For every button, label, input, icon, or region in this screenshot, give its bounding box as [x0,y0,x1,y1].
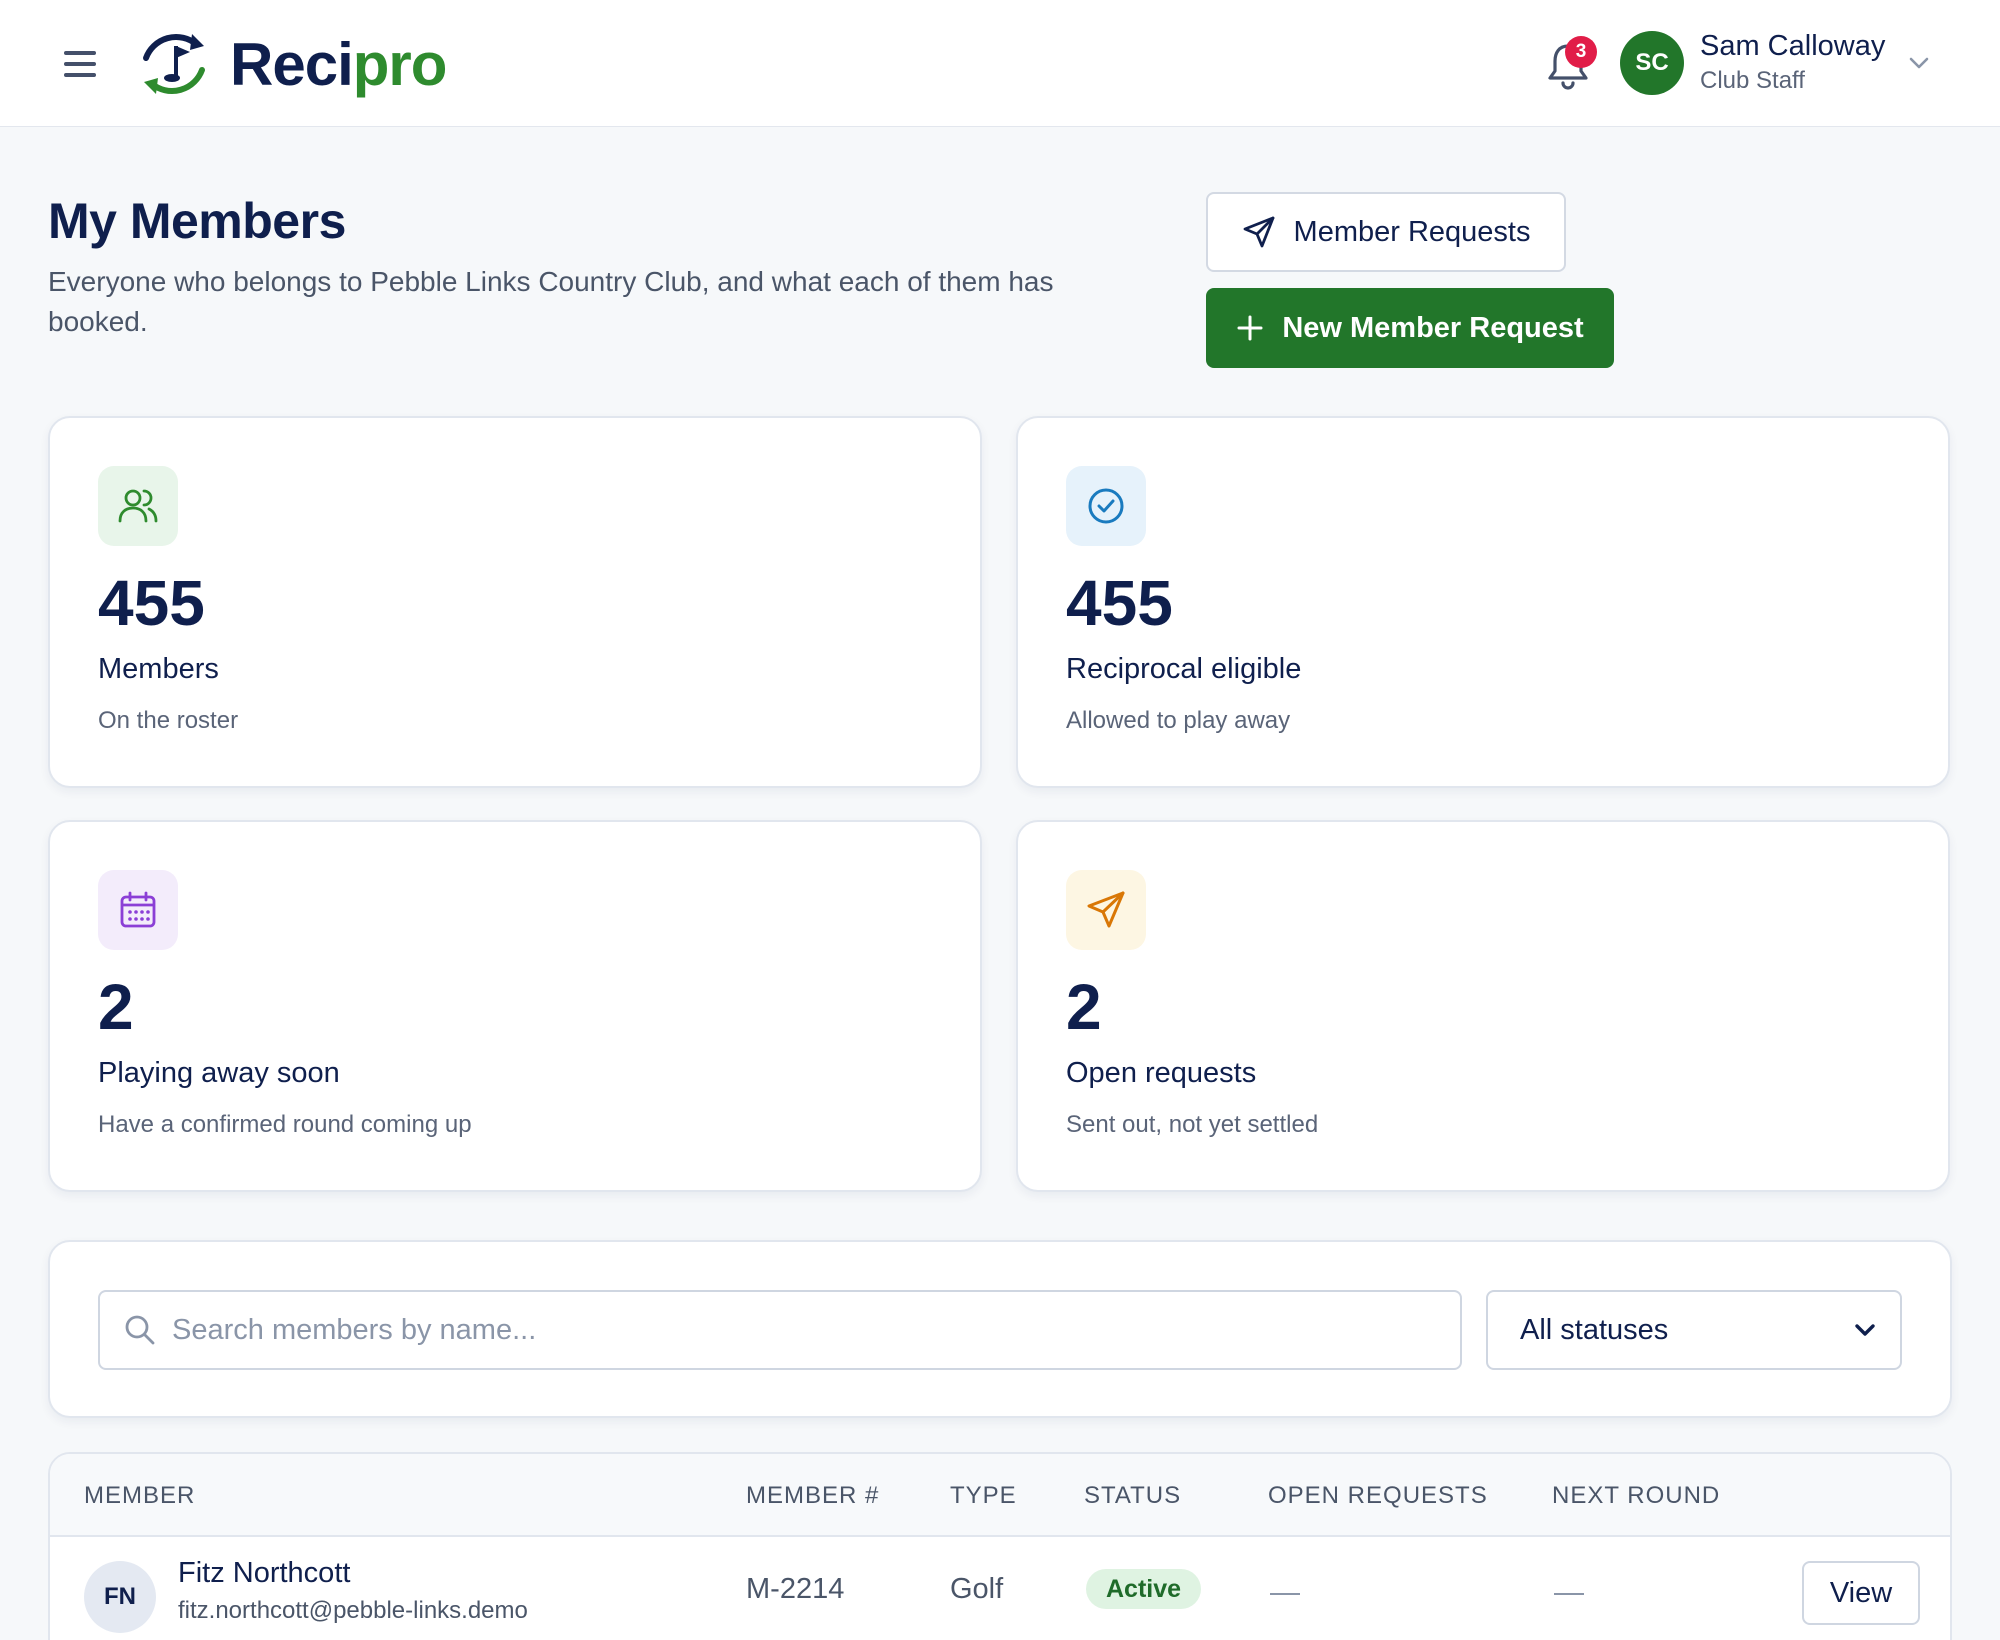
check-circle-icon [1088,488,1124,524]
stat-label: Playing away soon [98,1057,340,1089]
recipro-logo-mark-icon [143,34,205,94]
member-requests-label: Member Requests [1293,215,1531,248]
stat-card-members: 455 Members On the roster [48,416,982,788]
user-role: Club Staff [1700,67,1805,94]
stat-value: 2 [98,971,134,1043]
view-member-button[interactable]: View [1802,1561,1920,1625]
stat-value: 455 [1066,567,1173,639]
send-icon [1087,891,1125,928]
stat-value: 2 [1066,971,1102,1043]
members-table: MEMBER MEMBER # TYPE STATUS OPEN REQUEST… [48,1452,1952,1640]
stat-card-playing-away-soon: 2 Playing away soon Have a confirmed rou… [48,820,982,1192]
member-number: M-2214 [746,1573,845,1605]
brand-name-part1: Reci [230,30,354,98]
column-header-next-round[interactable]: NEXT ROUND [1552,1482,1720,1510]
chevron-down-icon [1855,1324,1875,1336]
top-bar: Recipro 3 SC Sam Calloway Club Staff [0,0,2000,127]
status-badge: Active [1086,1569,1202,1609]
stat-card-reciprocal-eligible: 455 Reciprocal eligible Allowed to play … [1016,416,1950,788]
column-header-member[interactable]: MEMBER [84,1482,195,1510]
column-header-status[interactable]: STATUS [1084,1482,1181,1510]
member-type: Golf [950,1573,1004,1605]
member-avatar: FN [84,1561,156,1633]
table-header: MEMBER MEMBER # TYPE STATUS OPEN REQUEST… [50,1454,1950,1537]
table-row[interactable]: FN Fitz Northcott fitz.northcott@pebble-… [50,1539,1950,1640]
new-member-request-button[interactable]: New Member Request [1206,288,1614,368]
stat-description: On the roster [98,707,239,734]
stat-icon-tile [1066,466,1146,546]
search-input[interactable] [172,1313,1432,1347]
menu-icon[interactable] [58,46,102,82]
stat-card-open-requests: 2 Open requests Sent out, not yet settle… [1016,820,1950,1192]
stat-icon-tile [98,870,178,950]
stat-label: Open requests [1066,1057,1257,1089]
send-icon [1243,216,1274,248]
user-name[interactable]: Sam Calloway [1700,30,1885,63]
chevron-down-icon[interactable] [1906,52,1932,74]
brand-name-part2: pro [352,30,448,98]
brand-logo[interactable]: Recipro [134,22,448,106]
stat-icon-tile [1066,870,1146,950]
plus-icon [1237,315,1263,341]
stat-label: Members [98,653,219,685]
page-subtitle: Everyone who belongs to Pebble Links Cou… [48,266,1054,337]
status-filter-value: All statuses [1520,1313,1669,1346]
brand-name: Recipro [230,30,448,99]
member-email: fitz.northcott@pebble-links.demo [178,1597,528,1624]
member-requests-button[interactable]: Member Requests [1206,192,1566,272]
users-icon [118,489,158,523]
user-avatar[interactable]: SC [1620,31,1684,95]
stat-icon-tile [98,466,178,546]
notification-count-badge: 3 [1565,36,1597,68]
open-requests-empty [1270,1593,1300,1595]
stat-description: Allowed to play away [1066,707,1291,734]
stat-description: Sent out, not yet settled [1066,1111,1319,1138]
stat-value: 455 [98,567,205,639]
calendar-icon [120,891,156,928]
column-header-member-number[interactable]: MEMBER # [746,1482,879,1510]
status-filter-select[interactable]: All statuses [1486,1290,1902,1370]
stat-description: Have a confirmed round coming up [98,1111,472,1138]
page-title: My Members [48,193,346,249]
column-header-type[interactable]: TYPE [950,1482,1017,1510]
member-name[interactable]: Fitz Northcott [178,1557,350,1590]
search-field[interactable] [98,1290,1462,1370]
column-header-open-requests[interactable]: OPEN REQUESTS [1268,1482,1488,1510]
next-round-empty [1554,1593,1584,1595]
search-icon [125,1315,155,1345]
new-member-request-label: New Member Request [1282,311,1584,344]
stat-label: Reciprocal eligible [1066,653,1302,685]
